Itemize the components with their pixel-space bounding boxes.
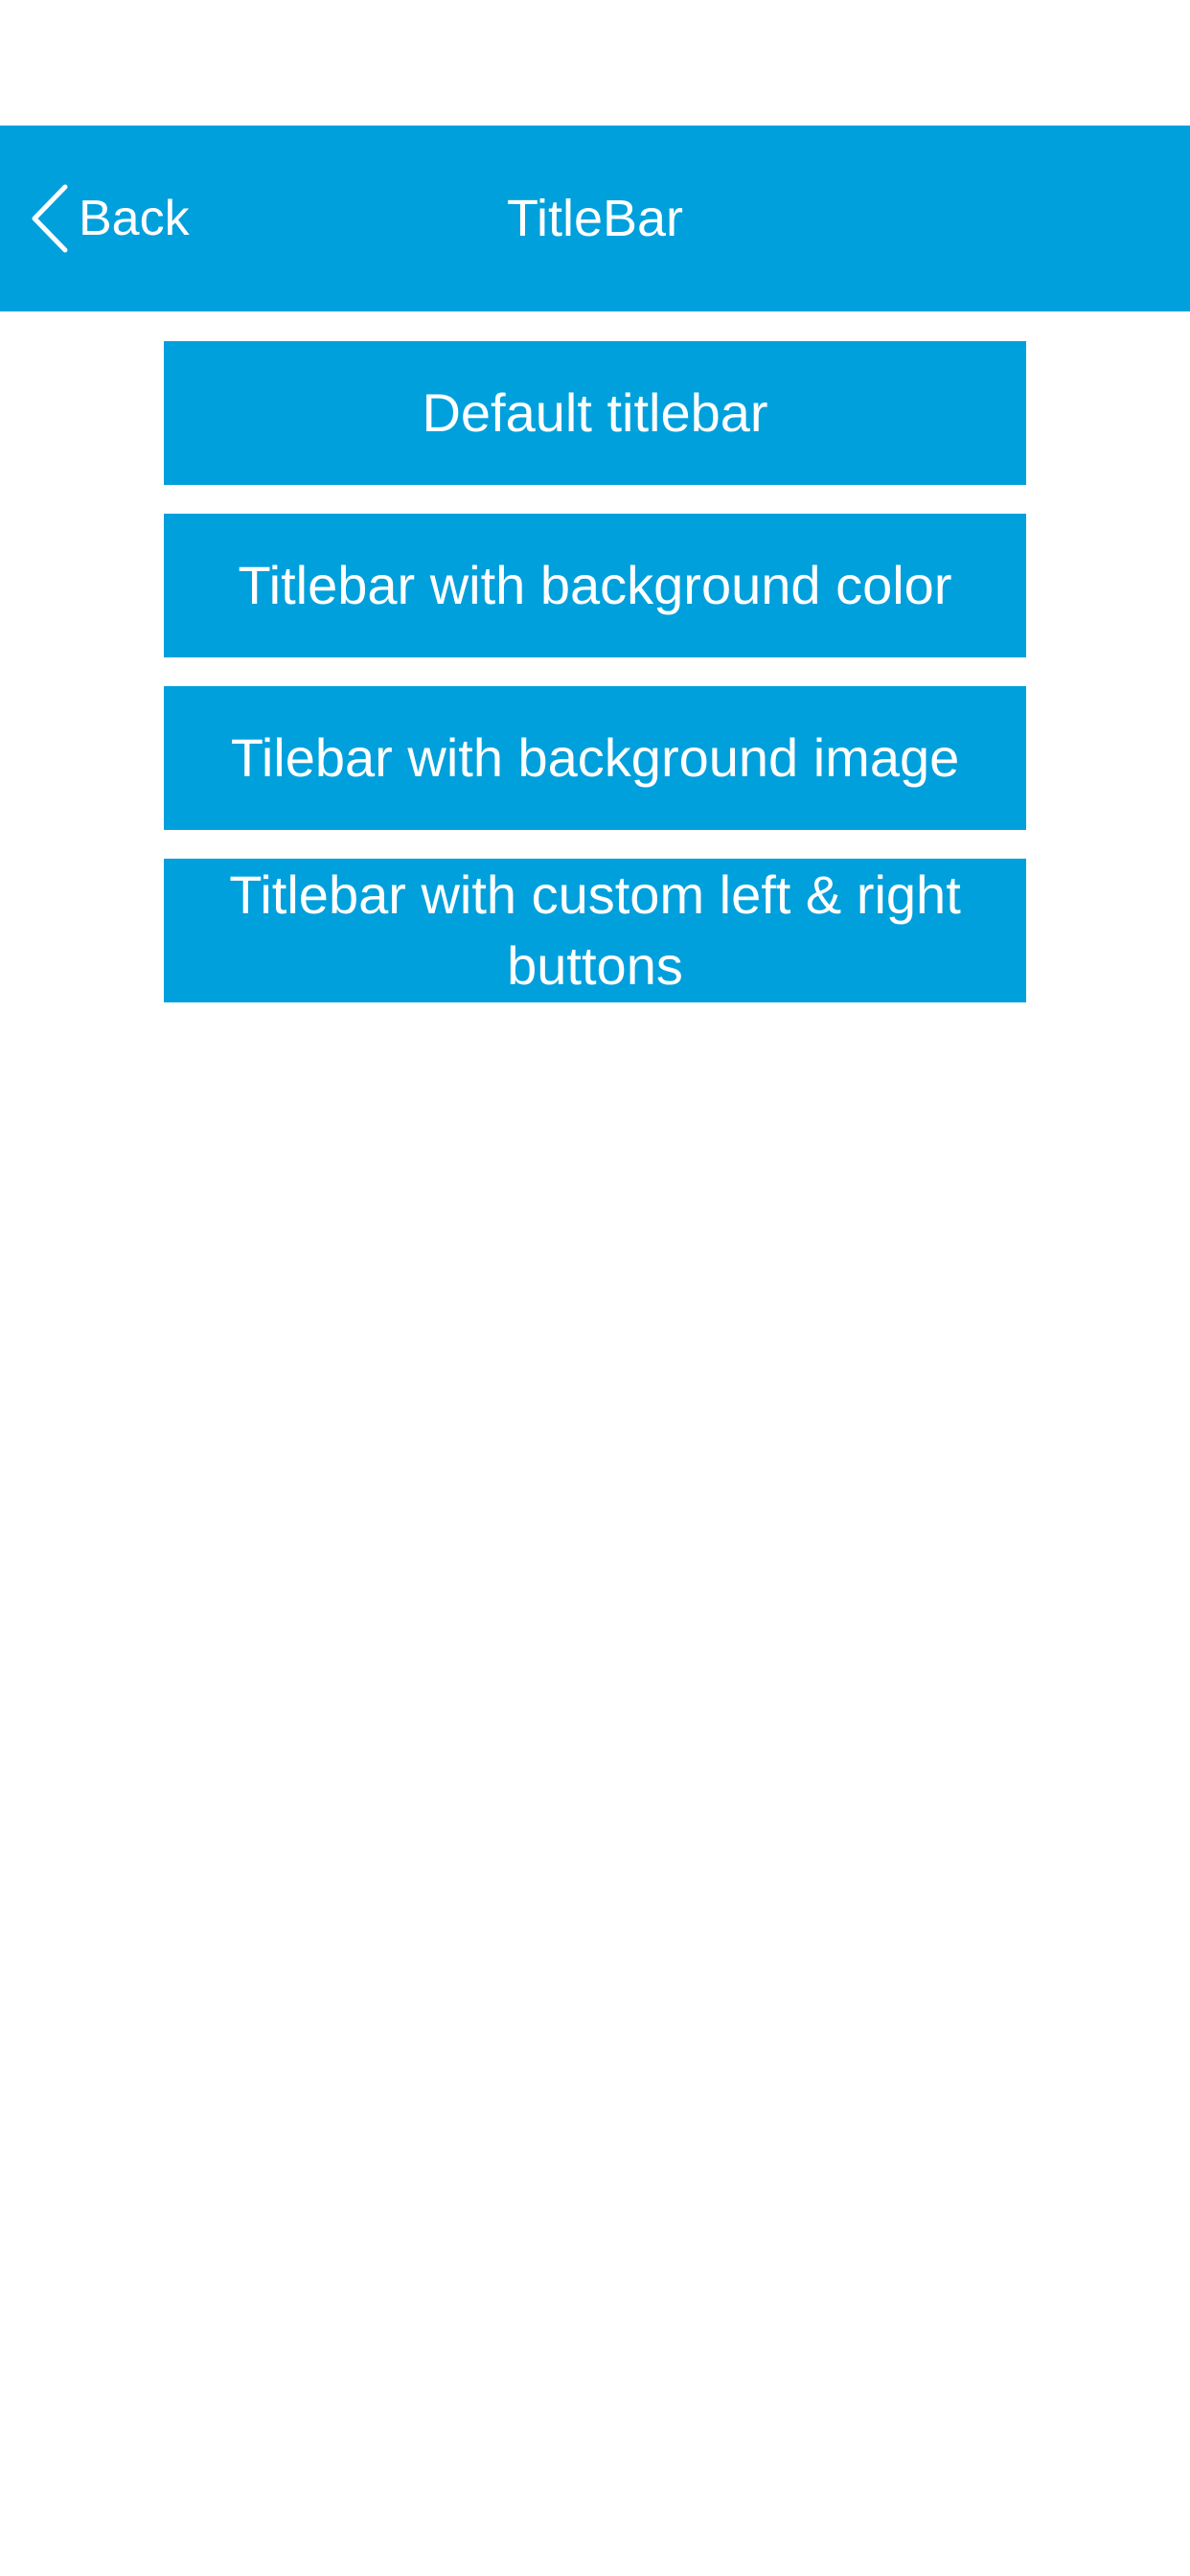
default-titlebar-button[interactable]: Default titlebar <box>164 341 1026 485</box>
title-bar: Back TitleBar <box>0 126 1190 311</box>
titlebar-background-image-button[interactable]: Tilebar with background image <box>164 686 1026 830</box>
demo-menu: Default titlebar Titlebar with backgroun… <box>164 341 1026 1031</box>
titlebar-custom-buttons-button[interactable]: Titlebar with custom left & right button… <box>164 859 1026 1002</box>
titlebar-background-color-button[interactable]: Titlebar with background color <box>164 514 1026 657</box>
app-screen: Back TitleBar Default titlebar Titlebar … <box>0 0 1190 2576</box>
page-title: TitleBar <box>506 190 684 247</box>
status-bar <box>0 0 1190 126</box>
